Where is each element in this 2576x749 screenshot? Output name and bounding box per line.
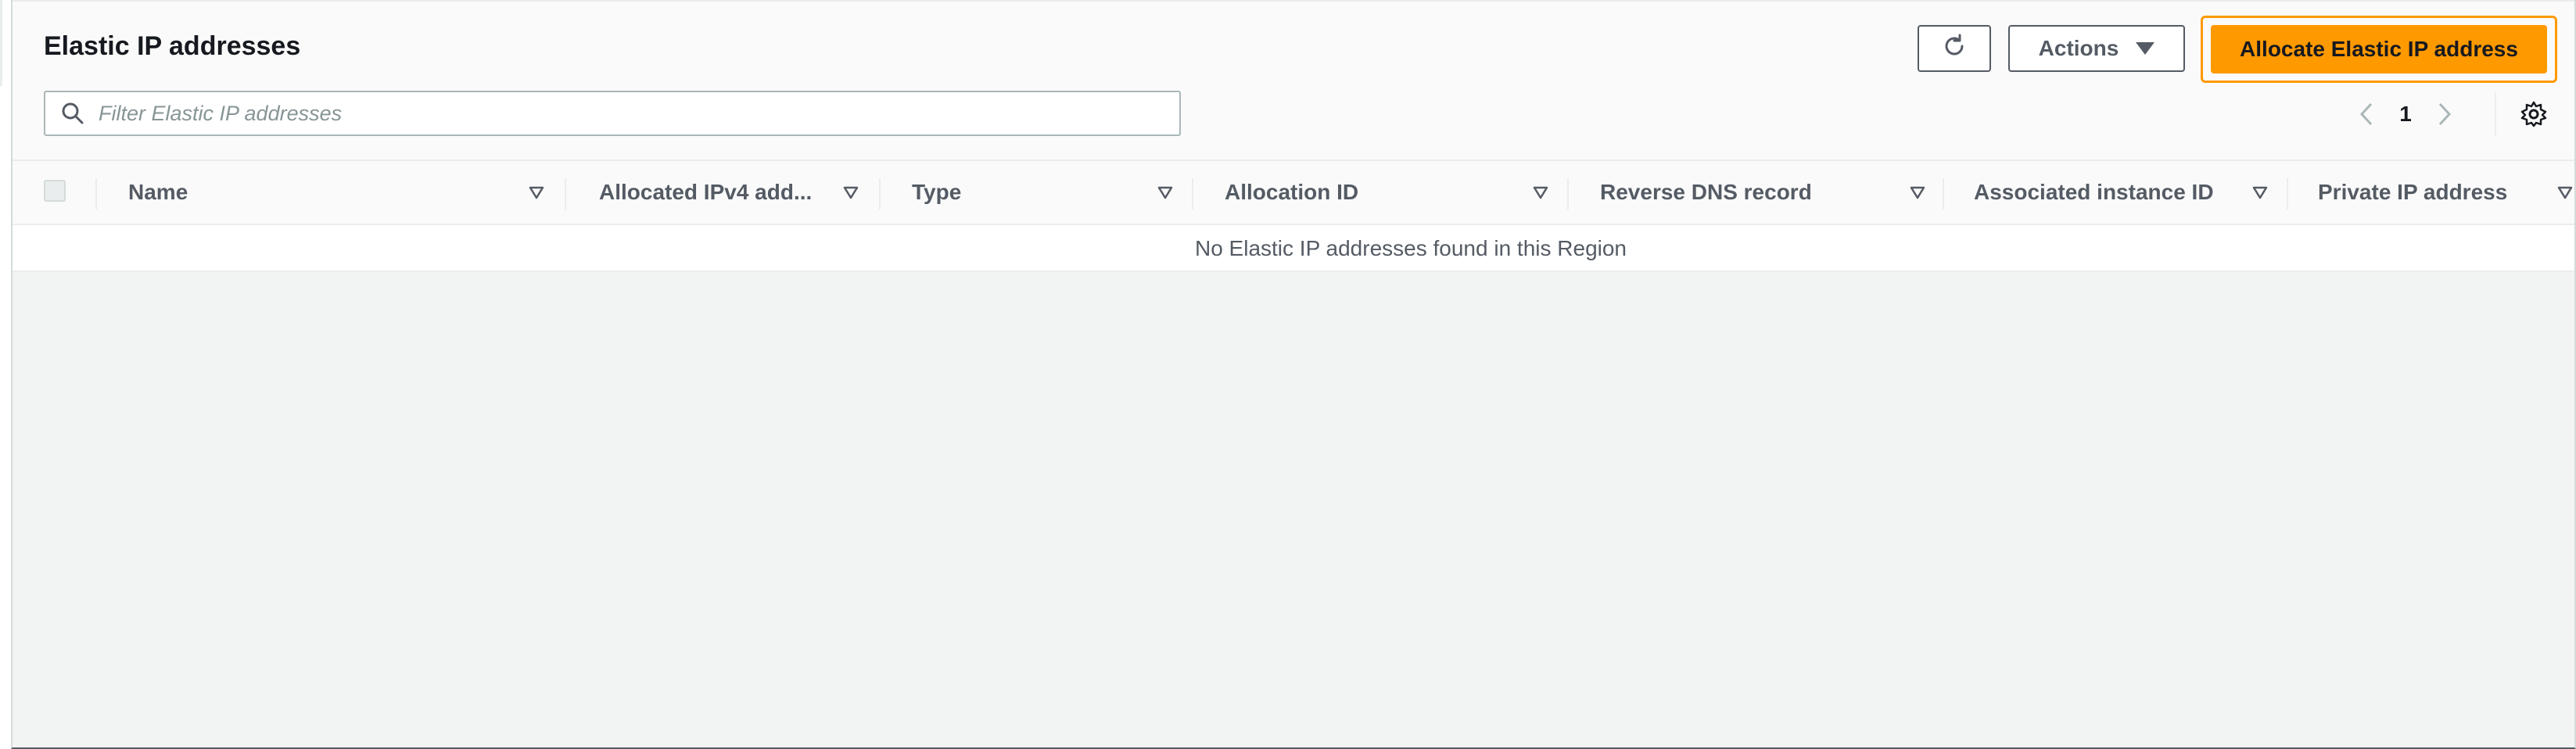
column-divider — [1192, 178, 1193, 210]
settings-button[interactable] — [2517, 97, 2551, 131]
allocate-elastic-ip-button[interactable]: Allocate Elastic IP address — [2211, 25, 2547, 73]
page-title: Elastic IP addresses — [44, 31, 301, 61]
column-label: Associated instance ID — [1974, 180, 2214, 204]
chevron-left-icon — [2359, 102, 2373, 126]
column-label: Allocation ID — [1225, 180, 1359, 204]
sort-icon — [1910, 186, 1925, 199]
column-label: Private IP address — [2318, 180, 2508, 204]
column-label: Name — [128, 180, 188, 204]
refresh-button[interactable] — [1918, 25, 1991, 72]
column-header-private-ip[interactable]: Private IP address — [2318, 161, 2573, 224]
column-header-name[interactable]: Name — [128, 161, 558, 224]
search-icon — [61, 102, 84, 125]
sort-icon — [2557, 186, 2573, 199]
pager-divider — [2495, 92, 2496, 136]
column-header-allocated-ipv4[interactable]: Allocated IPv4 add... — [599, 161, 865, 224]
sort-icon — [843, 186, 859, 199]
column-divider — [1943, 178, 1944, 210]
column-divider — [565, 178, 566, 210]
sort-icon — [1533, 186, 1548, 199]
next-page-button[interactable] — [2429, 95, 2460, 133]
empty-message: No Elastic IP addresses found in this Re… — [1194, 236, 1627, 260]
gear-icon — [2520, 101, 2547, 127]
primary-button-focus-ring: Allocate Elastic IP address — [2201, 16, 2557, 83]
column-label: Allocated IPv4 add... — [599, 180, 813, 204]
column-divider — [95, 178, 97, 210]
pagination: 1 — [2351, 95, 2460, 133]
column-label: Type — [912, 180, 962, 204]
search-input[interactable] — [99, 101, 1162, 126]
prev-page-button[interactable] — [2351, 95, 2382, 133]
empty-table-row: No Elastic IP addresses found in this Re… — [13, 225, 2574, 272]
actions-button[interactable]: Actions — [2008, 25, 2185, 72]
chevron-right-icon — [2438, 102, 2452, 126]
table-header: Name Allocated IPv4 add... Type Allocati… — [13, 159, 2574, 225]
caret-down-icon — [2136, 42, 2155, 55]
panel-header: Elastic IP addresses Actions Allocate El… — [13, 0, 2574, 159]
page-edge — [0, 0, 2, 86]
column-header-reverse-dns[interactable]: Reverse DNS record — [1600, 161, 1928, 224]
page-number[interactable]: 1 — [2382, 102, 2429, 127]
column-divider — [1567, 178, 1569, 210]
sort-icon — [2252, 186, 2268, 199]
sort-icon — [1157, 186, 1173, 199]
search-box[interactable] — [44, 91, 1181, 136]
refresh-icon — [1941, 33, 1968, 65]
column-divider — [2287, 178, 2288, 210]
actions-label: Actions — [2038, 36, 2119, 60]
column-divider — [879, 178, 881, 210]
elastic-ip-panel: Elastic IP addresses Actions Allocate El… — [11, 0, 2576, 749]
column-header-type[interactable]: Type — [912, 161, 1178, 224]
sort-icon — [529, 186, 544, 199]
column-label: Reverse DNS record — [1600, 180, 1812, 204]
select-all-checkbox[interactable] — [44, 180, 66, 202]
column-header-associated-instance[interactable]: Associated instance ID — [1974, 161, 2287, 224]
column-header-allocation-id[interactable]: Allocation ID — [1225, 161, 1553, 224]
